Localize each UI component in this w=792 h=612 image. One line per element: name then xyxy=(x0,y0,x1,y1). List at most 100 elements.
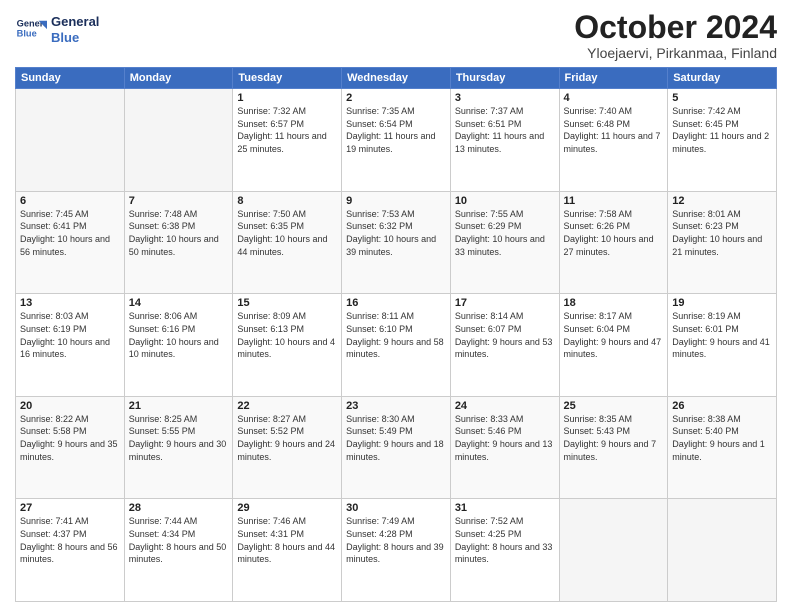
day-info: Sunrise: 7:44 AM Sunset: 4:34 PM Dayligh… xyxy=(129,515,229,565)
calendar-cell xyxy=(16,89,125,192)
day-number: 23 xyxy=(346,400,446,412)
day-number: 7 xyxy=(129,195,229,207)
calendar-cell: 6Sunrise: 7:45 AM Sunset: 6:41 PM Daylig… xyxy=(16,191,125,294)
day-number: 10 xyxy=(455,195,555,207)
calendar-cell: 28Sunrise: 7:44 AM Sunset: 4:34 PM Dayli… xyxy=(124,499,233,602)
calendar-cell: 31Sunrise: 7:52 AM Sunset: 4:25 PM Dayli… xyxy=(450,499,559,602)
calendar-header-monday: Monday xyxy=(124,68,233,89)
logo-icon: General Blue xyxy=(15,14,47,46)
calendar-cell: 20Sunrise: 8:22 AM Sunset: 5:58 PM Dayli… xyxy=(16,396,125,499)
day-number: 5 xyxy=(672,92,772,104)
day-number: 18 xyxy=(564,297,664,309)
day-info: Sunrise: 8:03 AM Sunset: 6:19 PM Dayligh… xyxy=(20,310,120,360)
day-info: Sunrise: 7:53 AM Sunset: 6:32 PM Dayligh… xyxy=(346,208,446,258)
calendar-cell: 24Sunrise: 8:33 AM Sunset: 5:46 PM Dayli… xyxy=(450,396,559,499)
day-info: Sunrise: 7:41 AM Sunset: 4:37 PM Dayligh… xyxy=(20,515,120,565)
calendar-cell: 14Sunrise: 8:06 AM Sunset: 6:16 PM Dayli… xyxy=(124,294,233,397)
day-number: 19 xyxy=(672,297,772,309)
day-info: Sunrise: 7:49 AM Sunset: 4:28 PM Dayligh… xyxy=(346,515,446,565)
day-number: 27 xyxy=(20,502,120,514)
day-number: 21 xyxy=(129,400,229,412)
day-info: Sunrise: 7:40 AM Sunset: 6:48 PM Dayligh… xyxy=(564,105,664,155)
calendar-header-sunday: Sunday xyxy=(16,68,125,89)
calendar-week-4: 20Sunrise: 8:22 AM Sunset: 5:58 PM Dayli… xyxy=(16,396,777,499)
day-info: Sunrise: 8:01 AM Sunset: 6:23 PM Dayligh… xyxy=(672,208,772,258)
day-info: Sunrise: 7:50 AM Sunset: 6:35 PM Dayligh… xyxy=(237,208,337,258)
calendar-week-5: 27Sunrise: 7:41 AM Sunset: 4:37 PM Dayli… xyxy=(16,499,777,602)
calendar-cell: 2Sunrise: 7:35 AM Sunset: 6:54 PM Daylig… xyxy=(342,89,451,192)
calendar-header-saturday: Saturday xyxy=(668,68,777,89)
day-number: 15 xyxy=(237,297,337,309)
day-info: Sunrise: 8:14 AM Sunset: 6:07 PM Dayligh… xyxy=(455,310,555,360)
day-number: 17 xyxy=(455,297,555,309)
calendar-header-thursday: Thursday xyxy=(450,68,559,89)
calendar-header-friday: Friday xyxy=(559,68,668,89)
day-info: Sunrise: 8:33 AM Sunset: 5:46 PM Dayligh… xyxy=(455,413,555,463)
calendar-cell: 15Sunrise: 8:09 AM Sunset: 6:13 PM Dayli… xyxy=(233,294,342,397)
day-number: 24 xyxy=(455,400,555,412)
calendar-cell: 7Sunrise: 7:48 AM Sunset: 6:38 PM Daylig… xyxy=(124,191,233,294)
day-number: 31 xyxy=(455,502,555,514)
day-info: Sunrise: 8:17 AM Sunset: 6:04 PM Dayligh… xyxy=(564,310,664,360)
page-title: October 2024 xyxy=(574,10,777,45)
page-subtitle: Yloejaervi, Pirkanmaa, Finland xyxy=(574,45,777,61)
day-info: Sunrise: 8:35 AM Sunset: 5:43 PM Dayligh… xyxy=(564,413,664,463)
page: General Blue General Blue October 2024 Y… xyxy=(0,0,792,612)
calendar-header-row: SundayMondayTuesdayWednesdayThursdayFrid… xyxy=(16,68,777,89)
calendar-cell: 12Sunrise: 8:01 AM Sunset: 6:23 PM Dayli… xyxy=(668,191,777,294)
day-info: Sunrise: 7:48 AM Sunset: 6:38 PM Dayligh… xyxy=(129,208,229,258)
calendar-cell xyxy=(668,499,777,602)
calendar-cell xyxy=(124,89,233,192)
day-info: Sunrise: 8:38 AM Sunset: 5:40 PM Dayligh… xyxy=(672,413,772,463)
calendar-cell: 4Sunrise: 7:40 AM Sunset: 6:48 PM Daylig… xyxy=(559,89,668,192)
calendar-cell xyxy=(559,499,668,602)
calendar-week-2: 6Sunrise: 7:45 AM Sunset: 6:41 PM Daylig… xyxy=(16,191,777,294)
day-info: Sunrise: 7:46 AM Sunset: 4:31 PM Dayligh… xyxy=(237,515,337,565)
day-info: Sunrise: 8:06 AM Sunset: 6:16 PM Dayligh… xyxy=(129,310,229,360)
calendar-table: SundayMondayTuesdayWednesdayThursdayFrid… xyxy=(15,67,777,602)
day-info: Sunrise: 8:09 AM Sunset: 6:13 PM Dayligh… xyxy=(237,310,337,360)
day-info: Sunrise: 7:55 AM Sunset: 6:29 PM Dayligh… xyxy=(455,208,555,258)
day-number: 20 xyxy=(20,400,120,412)
calendar-cell: 9Sunrise: 7:53 AM Sunset: 6:32 PM Daylig… xyxy=(342,191,451,294)
day-number: 26 xyxy=(672,400,772,412)
day-number: 29 xyxy=(237,502,337,514)
day-info: Sunrise: 8:19 AM Sunset: 6:01 PM Dayligh… xyxy=(672,310,772,360)
calendar-cell: 29Sunrise: 7:46 AM Sunset: 4:31 PM Dayli… xyxy=(233,499,342,602)
calendar-header-wednesday: Wednesday xyxy=(342,68,451,89)
day-info: Sunrise: 8:25 AM Sunset: 5:55 PM Dayligh… xyxy=(129,413,229,463)
day-info: Sunrise: 7:32 AM Sunset: 6:57 PM Dayligh… xyxy=(237,105,337,155)
calendar-cell: 21Sunrise: 8:25 AM Sunset: 5:55 PM Dayli… xyxy=(124,396,233,499)
calendar-week-3: 13Sunrise: 8:03 AM Sunset: 6:19 PM Dayli… xyxy=(16,294,777,397)
day-number: 3 xyxy=(455,92,555,104)
calendar-header-tuesday: Tuesday xyxy=(233,68,342,89)
header: General Blue General Blue October 2024 Y… xyxy=(15,10,777,61)
day-info: Sunrise: 7:42 AM Sunset: 6:45 PM Dayligh… xyxy=(672,105,772,155)
calendar-cell: 13Sunrise: 8:03 AM Sunset: 6:19 PM Dayli… xyxy=(16,294,125,397)
day-number: 14 xyxy=(129,297,229,309)
calendar-cell: 17Sunrise: 8:14 AM Sunset: 6:07 PM Dayli… xyxy=(450,294,559,397)
calendar-cell: 18Sunrise: 8:17 AM Sunset: 6:04 PM Dayli… xyxy=(559,294,668,397)
day-info: Sunrise: 8:27 AM Sunset: 5:52 PM Dayligh… xyxy=(237,413,337,463)
day-number: 1 xyxy=(237,92,337,104)
calendar-cell: 5Sunrise: 7:42 AM Sunset: 6:45 PM Daylig… xyxy=(668,89,777,192)
day-info: Sunrise: 8:22 AM Sunset: 5:58 PM Dayligh… xyxy=(20,413,120,463)
day-info: Sunrise: 8:30 AM Sunset: 5:49 PM Dayligh… xyxy=(346,413,446,463)
calendar-cell: 22Sunrise: 8:27 AM Sunset: 5:52 PM Dayli… xyxy=(233,396,342,499)
calendar-cell: 8Sunrise: 7:50 AM Sunset: 6:35 PM Daylig… xyxy=(233,191,342,294)
calendar-cell: 27Sunrise: 7:41 AM Sunset: 4:37 PM Dayli… xyxy=(16,499,125,602)
day-number: 25 xyxy=(564,400,664,412)
svg-text:Blue: Blue xyxy=(17,29,37,39)
logo-text-blue: Blue xyxy=(51,30,99,46)
day-number: 6 xyxy=(20,195,120,207)
day-number: 2 xyxy=(346,92,446,104)
day-number: 4 xyxy=(564,92,664,104)
calendar-cell: 16Sunrise: 8:11 AM Sunset: 6:10 PM Dayli… xyxy=(342,294,451,397)
day-number: 12 xyxy=(672,195,772,207)
day-info: Sunrise: 7:37 AM Sunset: 6:51 PM Dayligh… xyxy=(455,105,555,155)
calendar-cell: 26Sunrise: 8:38 AM Sunset: 5:40 PM Dayli… xyxy=(668,396,777,499)
day-number: 8 xyxy=(237,195,337,207)
calendar-cell: 19Sunrise: 8:19 AM Sunset: 6:01 PM Dayli… xyxy=(668,294,777,397)
day-info: Sunrise: 7:45 AM Sunset: 6:41 PM Dayligh… xyxy=(20,208,120,258)
day-info: Sunrise: 7:52 AM Sunset: 4:25 PM Dayligh… xyxy=(455,515,555,565)
